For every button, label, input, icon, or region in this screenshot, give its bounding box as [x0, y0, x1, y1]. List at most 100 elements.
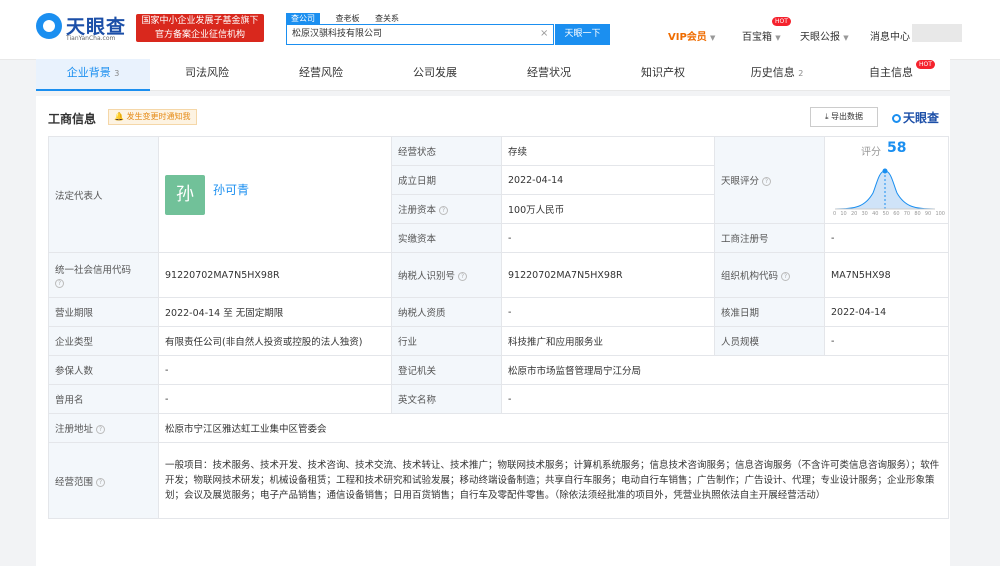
export-button[interactable]: ⤓ 导出数据: [810, 107, 878, 127]
legal-rep-name[interactable]: 孙可青: [213, 181, 249, 198]
messages-link[interactable]: 消息中心: [870, 28, 910, 43]
credit-label-cell: 统一社会信用代码?: [48, 252, 159, 298]
score-title: 评分: [861, 147, 881, 158]
tab-business-risk[interactable]: 经营风险: [264, 59, 378, 91]
help-icon[interactable]: ?: [96, 477, 106, 487]
notify-change-button[interactable]: 🔔 发生变更时通知我: [108, 109, 197, 125]
staff-label: 人员规模: [714, 326, 825, 356]
term-value: 2022-04-14 至 无固定期限: [158, 297, 392, 327]
search-tab-company[interactable]: 查公司: [286, 13, 320, 24]
capital-label: 注册资本: [398, 205, 437, 216]
tab-label: 知识产权: [641, 66, 685, 79]
est-value: 2022-04-14: [501, 165, 715, 195]
help-icon[interactable]: ?: [762, 177, 772, 186]
english-value: -: [501, 384, 949, 414]
score-tick: 40: [872, 211, 879, 217]
help-icon[interactable]: ?: [781, 272, 791, 281]
score-label-cell: 天眼评分?: [714, 136, 825, 224]
tab-count: 3: [114, 69, 120, 78]
baibaoxiang-menu[interactable]: 百宝箱 ▼: [742, 28, 781, 43]
vip-menu[interactable]: VIP会员 ▼: [668, 28, 715, 43]
score-tick: 90: [924, 211, 932, 217]
tianyancha-logo[interactable]: 天眼查 TianYanCha.com: [36, 13, 128, 43]
score-cell[interactable]: 评分 58 0 10 20 30 40 50 60 70 80 90 100: [824, 136, 949, 224]
download-icon: ⤓: [824, 112, 829, 121]
tab-enterprise-background[interactable]: 企业背景 3: [36, 59, 150, 91]
business-info-table: 法定代表人 孙孙可青 经营状态 存续 天眼评分? 评分 58 0 10 20 30 40…: [48, 136, 949, 519]
taxid-label-cell: 纳税人识别号?: [391, 252, 502, 298]
taxid-value: 91220702MA7N5HX98R: [501, 252, 715, 298]
score-tick: 70: [903, 211, 911, 217]
tab-label: 经营风险: [299, 66, 343, 79]
hot-badge: HOT: [772, 17, 791, 26]
official-badge: 国家中小企业发展子基金旗下 官方备案企业征信机构: [136, 14, 264, 42]
top-bar: 天眼查 TianYanCha.com 国家中小企业发展子基金旗下 官方备案企业征…: [0, 0, 1000, 60]
tab-count: 2: [798, 69, 804, 78]
gongbao-menu[interactable]: 天眼公报 ▼: [800, 28, 849, 43]
paid-value: -: [501, 223, 715, 253]
chevron-down-icon: ▼: [843, 34, 849, 42]
capital-value: 100万人民币: [501, 194, 715, 224]
paid-label: 实缴资本: [391, 223, 502, 253]
capital-label-cell: 注册资本?: [391, 194, 502, 224]
taxid-label: 纳税人识别号: [398, 271, 456, 282]
badge-line-1: 国家中小企业发展子基金旗下: [141, 16, 259, 26]
badge-line-2: 官方备案企业征信机构: [154, 30, 245, 40]
legal-rep-avatar[interactable]: 孙: [165, 174, 205, 215]
former-value: -: [158, 384, 392, 414]
gongbao-label: 天眼公报: [800, 32, 840, 43]
authority-label: 登记机关: [391, 355, 502, 385]
help-icon[interactable]: ?: [96, 425, 106, 434]
search-tab-boss[interactable]: 查老板: [336, 13, 360, 24]
score-value: 58: [887, 140, 907, 156]
reg-no-value: -: [824, 223, 949, 253]
taxq-label: 纳税人资质: [391, 297, 502, 327]
scope-value: 一般项目：技术服务、技术开发、技术咨询、技术交流、技术转让、技术推广；物联网技术…: [158, 442, 949, 519]
clear-icon[interactable]: ×: [540, 28, 548, 39]
help-icon[interactable]: ?: [55, 278, 64, 288]
hot-badge: HOT: [916, 60, 935, 69]
tab-label: 企业背景: [66, 66, 111, 79]
tab-label: 自主信息: [869, 66, 913, 79]
tab-label: 公司发展: [413, 66, 457, 79]
reg-no-label: 工商注册号: [714, 223, 825, 253]
section-tabs: 企业背景 3 司法风险 经营风险 公司发展 经营状况 知识产权 历史信息 2 自…: [36, 59, 950, 91]
orgcode-value: MA7N5HX98: [824, 252, 949, 298]
avatar[interactable]: [912, 24, 962, 42]
tab-development[interactable]: 公司发展: [378, 59, 492, 91]
legal-rep-cell: 孙孙可青: [158, 136, 392, 253]
address-label-cell: 注册地址?: [48, 413, 159, 443]
former-label: 曾用名: [48, 384, 159, 414]
scope-label-cell: 经营范围?: [48, 442, 159, 519]
section-title: 工商信息: [48, 112, 97, 126]
export-label: 导出数据: [831, 112, 864, 121]
bell-icon: 🔔: [114, 112, 124, 121]
status-label: 经营状态: [391, 136, 502, 166]
tab-label: 司法风险: [185, 66, 229, 79]
business-info-panel: 工商信息 🔔 发生变更时通知我 ⤓ 导出数据 天眼查 法定代表人 孙孙可青 经营…: [36, 96, 950, 566]
type-value: 有限责任公司(非自然人投资或控股的法人独资): [158, 326, 392, 356]
vip-label: VIP会员: [668, 32, 707, 43]
search-button[interactable]: 天眼一下: [555, 24, 610, 45]
tab-legal-risk[interactable]: 司法风险: [150, 59, 264, 91]
search-tab-relation[interactable]: 查关系: [375, 13, 399, 24]
chevron-down-icon: ▼: [775, 34, 781, 42]
address-label: 注册地址: [55, 424, 94, 435]
search-type-tabs: 查公司 查老板 查关系: [286, 11, 411, 24]
help-icon[interactable]: ?: [439, 206, 449, 215]
orgcode-label-cell: 组织机构代码?: [714, 252, 825, 298]
taxq-value: -: [501, 297, 715, 327]
tab-history[interactable]: 历史信息 2: [720, 59, 834, 91]
help-icon[interactable]: ?: [458, 272, 468, 281]
score-tick: 60: [893, 211, 900, 217]
tianyancha-brand: 天眼查: [892, 109, 939, 126]
credit-label: 统一社会信用代码: [55, 264, 132, 276]
tab-ip[interactable]: 知识产权: [606, 59, 720, 91]
industry-label: 行业: [391, 326, 502, 356]
logo-eye-icon: [36, 13, 62, 39]
search-input[interactable]: 松原汉骐科技有限公司: [286, 24, 554, 45]
notify-label: 发生变更时通知我: [126, 112, 191, 121]
tab-operations[interactable]: 经营状况: [492, 59, 606, 91]
tab-label: 历史信息: [750, 66, 795, 79]
score-tick: 50: [882, 211, 889, 217]
